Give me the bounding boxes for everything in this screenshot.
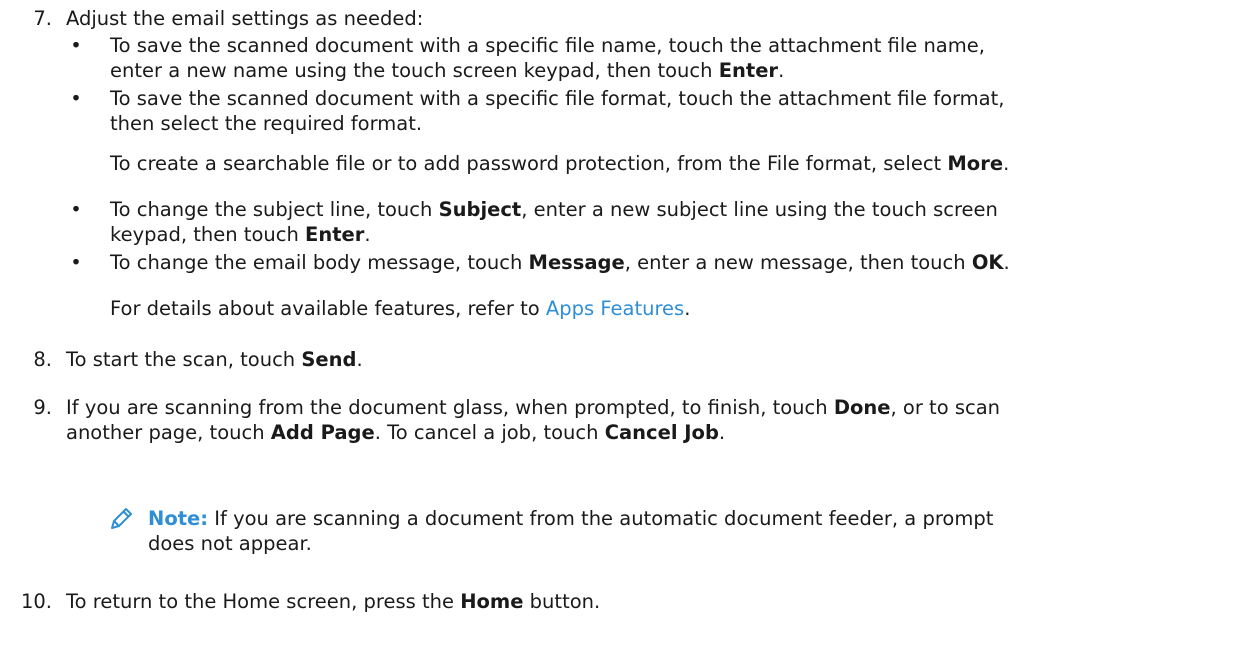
step-number: 9.	[33, 396, 52, 419]
step-number: 8.	[33, 348, 52, 371]
bullet-line: then select the required format.	[110, 112, 423, 135]
text-run: .	[778, 59, 785, 82]
bullet-line: To change the subject line, touch Subjec…	[110, 197, 1220, 222]
step-text: Adjust the email settings as needed:	[66, 7, 424, 30]
note-line: does not appear.	[148, 532, 312, 555]
ui-term: Message	[528, 251, 625, 274]
text-run: .	[364, 223, 371, 246]
text-run: .	[684, 297, 691, 320]
step-number: 7.	[33, 7, 52, 30]
ui-term: Home	[460, 590, 524, 613]
text-run: .	[1003, 152, 1010, 175]
note-line: Note: If you are scanning a document fro…	[148, 506, 1218, 531]
text-run: . To cancel a job, touch	[374, 421, 605, 444]
text-run: , enter a new message, then touch	[624, 251, 972, 274]
note-text: Note: If you are scanning a document fro…	[148, 506, 1218, 556]
step-line: If you are scanning from the document gl…	[66, 395, 1216, 420]
bullet-dot: •	[70, 87, 82, 110]
text-run: .	[718, 421, 726, 444]
bullet-line: enter a new name using the touch screen …	[110, 58, 1220, 83]
ui-term: Done	[833, 396, 891, 419]
ui-term: Enter	[718, 59, 779, 82]
bullet-line: To change the email body message, touch …	[110, 250, 1220, 275]
bullet-line: To save the scanned document with a spec…	[110, 87, 1005, 110]
text-run: To change the email body message, touch	[110, 251, 529, 274]
text-run: To start the scan, touch	[66, 348, 302, 371]
bullet-dot: •	[70, 198, 82, 221]
pencil-icon	[108, 506, 134, 532]
text-run: If you are scanning a document from the …	[208, 507, 994, 530]
text-run: To return to the Home screen, press the	[66, 590, 461, 613]
bullet-text: To change the subject line, touch Subjec…	[110, 197, 1220, 247]
text-run: enter a new name using the touch screen …	[110, 59, 719, 82]
text-run: button.	[523, 590, 601, 613]
bullet-line: keypad, then touch Enter.	[110, 222, 1220, 247]
note-label: Note:	[148, 507, 209, 530]
text-run: If you are scanning from the document gl…	[66, 396, 834, 419]
text-run: keypad, then touch	[110, 223, 306, 246]
ui-term: OK	[971, 251, 1004, 274]
bullet-dot: •	[70, 251, 82, 274]
ui-term: Add Page	[270, 421, 375, 444]
text-run: .	[1003, 251, 1010, 274]
apps-features-link[interactable]: Apps Features	[546, 297, 684, 320]
bullet-dot: •	[70, 34, 82, 57]
step-number: 10.	[20, 590, 52, 613]
ui-term: Enter	[305, 223, 365, 246]
text-run: .	[356, 348, 363, 371]
step-text: To start the scan, touch Send.	[66, 347, 1216, 372]
paragraph-searchable: To create a searchable file or to add pa…	[110, 151, 1220, 176]
ui-term: More	[947, 152, 1004, 175]
step-text: To return to the Home screen, press the …	[66, 589, 1216, 614]
text-run: , enter a new subject line using the tou…	[521, 198, 998, 221]
text-run: another page, touch	[66, 421, 271, 444]
ui-term: Send	[301, 348, 357, 371]
step-text: If you are scanning from the document gl…	[66, 395, 1216, 445]
paragraph-details: For details about available features, re…	[110, 296, 1220, 321]
step-line: another page, touch Add Page. To cancel …	[66, 420, 1216, 445]
bullet-text: To change the email body message, touch …	[110, 250, 1220, 275]
bullet-text: To save the scanned document with a spec…	[110, 86, 1220, 136]
ui-term: Cancel Job	[604, 421, 719, 444]
text-run: , or to scan	[890, 396, 1001, 419]
text-run: To create a searchable file or to add pa…	[110, 152, 948, 175]
text-run: For details about available features, re…	[110, 297, 546, 320]
ui-term: Subject	[438, 198, 522, 221]
text-run: To change the subject line, touch	[110, 198, 439, 221]
bullet-text: To save the scanned document with a spec…	[110, 33, 1220, 83]
bullet-line: To save the scanned document with a spec…	[110, 34, 985, 57]
